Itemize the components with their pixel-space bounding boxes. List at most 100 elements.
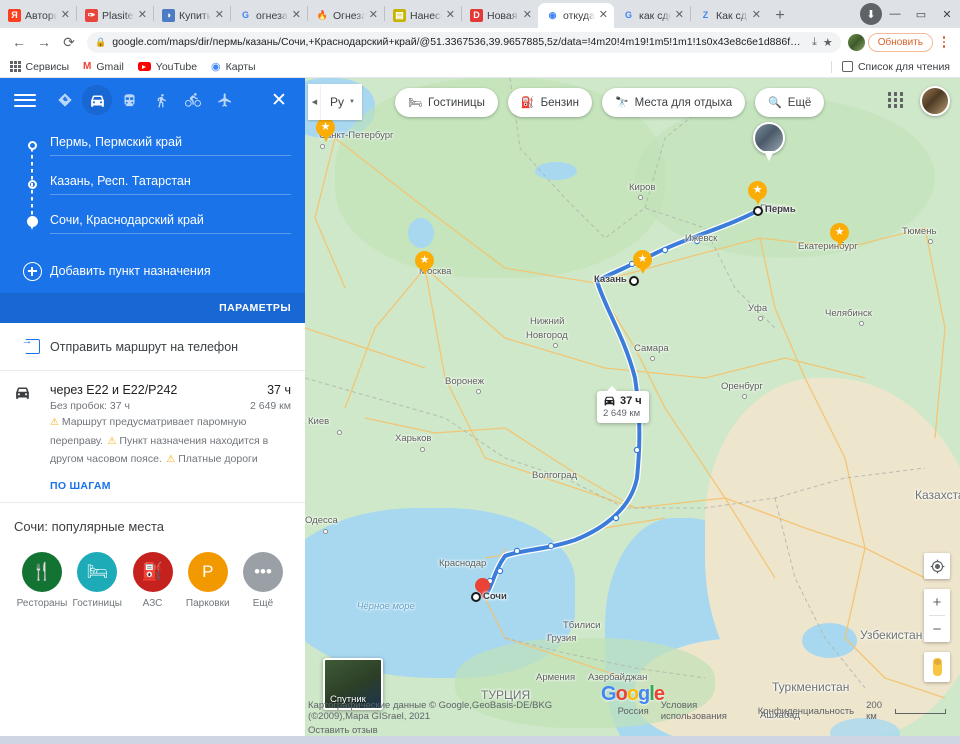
maximize-button[interactable]: ▭: [908, 4, 934, 24]
tab-3[interactable]: ◑ Купить ✕: [154, 3, 230, 28]
waypoint-dot-icon: [14, 180, 50, 189]
tab-9[interactable]: Gкак сде… ✕: [614, 3, 690, 28]
attribution-feedback[interactable]: Оставить отзыв: [308, 725, 378, 736]
bookmarks-bar: Сервисы M Gmail YouTube ◉ Карты Список д…: [0, 56, 960, 78]
reading-list-button[interactable]: Список для чтения: [830, 60, 950, 73]
reload-icon[interactable]: ⟳: [58, 31, 80, 53]
tab-close-icon[interactable]: ✕: [61, 10, 70, 21]
route-endpoint-kazan[interactable]: [629, 276, 639, 286]
forward-icon[interactable]: →: [33, 31, 55, 53]
popular-place-restaurant[interactable]: 🍴 Рестораны: [16, 551, 68, 609]
apps-grid-button[interactable]: [887, 92, 903, 108]
yandex-icon: Я: [8, 9, 21, 22]
travel-mode-transit[interactable]: [114, 85, 144, 115]
tab-close-icon[interactable]: ✕: [215, 10, 224, 21]
close-icon[interactable]: ✕: [267, 89, 291, 112]
photo-pin[interactable]: [753, 122, 785, 162]
travel-mode-best-route[interactable]: [50, 85, 80, 115]
back-icon[interactable]: ←: [8, 31, 30, 53]
map-label: Армения: [536, 672, 576, 683]
waypoint-row-origin[interactable]: Пермь, Пермский край: [14, 126, 291, 165]
send-to-phone-button[interactable]: Отправить маршрут на телефон: [0, 323, 305, 371]
tab-4[interactable]: Gогнеза… ✕: [231, 3, 307, 28]
bookmark-youtube[interactable]: YouTube: [137, 61, 197, 73]
star-pin-spb[interactable]: ★: [316, 118, 335, 143]
address-bar[interactable]: 🔒 google.com/maps/dir/пермь/казань/Сочи,…: [87, 31, 841, 53]
star-pin-perm[interactable]: ★: [748, 181, 767, 206]
tab-label: Новая з…: [487, 9, 519, 22]
bookmark-services[interactable]: Сервисы: [10, 61, 69, 73]
popular-place-gas-station[interactable]: ⛽ АЗС: [127, 551, 179, 609]
tab-close-icon[interactable]: ✕: [752, 10, 761, 21]
destination-input[interactable]: Сочи, Краснодарский край: [50, 213, 291, 234]
travel-mode-walking[interactable]: [146, 85, 176, 115]
tab-6[interactable]: ▤ Нанесе… ✕: [385, 3, 461, 28]
travel-mode-cycling[interactable]: [178, 85, 208, 115]
language-value[interactable]: Ру ▼: [321, 84, 362, 120]
language-selector[interactable]: ◀ Ру ▼: [308, 84, 362, 120]
attribution-privacy[interactable]: Конфиденциальность: [758, 706, 854, 717]
new-tab-button[interactable]: +: [767, 3, 793, 28]
gas-station-icon: ⛽: [520, 97, 535, 109]
street-view-pegman-icon[interactable]: [924, 652, 950, 682]
star-pin-moscow[interactable]: ★: [415, 251, 434, 276]
waypoint-input[interactable]: Казань, Респ. Татарстан: [50, 174, 291, 195]
tabstrip-download-icon[interactable]: ⬇: [860, 3, 882, 25]
tab-2[interactable]: ✑ Plasite 4 ✕: [77, 3, 153, 28]
bookmark-star-icon[interactable]: ★: [823, 36, 833, 49]
zoom-in-button[interactable]: +: [924, 589, 950, 615]
route-duration-badge[interactable]: 37 ч 2 649 км: [597, 386, 649, 423]
bookmark-maps[interactable]: ◉ Карты: [211, 60, 256, 74]
tab-10[interactable]: Z Как сде… ✕: [691, 3, 767, 28]
map-chip-binoculars[interactable]: 🔭 Места для отдыха: [601, 88, 746, 117]
step-by-step-link[interactable]: ПО ШАГАМ: [50, 480, 291, 492]
route-result-card[interactable]: через E22 и E22/P242 37 ч Без пробок: 37…: [0, 371, 305, 503]
profile-avatar[interactable]: [847, 33, 865, 51]
popular-place-parking[interactable]: P Парковки: [182, 551, 234, 609]
travel-mode-driving[interactable]: [82, 85, 112, 115]
tab-close-icon[interactable]: ✕: [369, 10, 378, 21]
tab-8[interactable]: ◉ откуда… ✕: [538, 3, 614, 28]
tab-close-icon[interactable]: ✕: [292, 10, 301, 21]
bookmark-gmail[interactable]: M Gmail: [83, 61, 124, 73]
add-destination-button[interactable]: Добавить пункт назначения: [0, 249, 305, 293]
origin-input[interactable]: Пермь, Пермский край: [50, 135, 291, 156]
attribution-country[interactable]: Россия: [618, 706, 649, 717]
popular-place-hotel[interactable]: 🛏 Гостиницы: [71, 551, 123, 609]
route-endpoint-perm[interactable]: [753, 206, 763, 216]
travel-mode-flights[interactable]: [210, 85, 240, 115]
tab-1[interactable]: Я Авторизация ✕: [0, 3, 76, 28]
minimize-button[interactable]: —: [882, 4, 908, 24]
map-chip-gas-station[interactable]: ⛽ Бензин: [507, 88, 592, 117]
tab-close-icon[interactable]: ✕: [675, 10, 684, 21]
hamburger-icon[interactable]: [14, 93, 36, 107]
star-pin-kazan[interactable]: ★: [633, 250, 652, 275]
popular-place-label: АЗС: [142, 597, 163, 609]
map-chip-search[interactable]: 🔍 Ещё: [755, 88, 825, 117]
waypoint-row-destination[interactable]: Сочи, Краснодарский край: [14, 204, 291, 243]
locate-me-button[interactable]: [924, 553, 950, 579]
attribution-terms[interactable]: Условия использования: [661, 700, 746, 722]
account-avatar[interactable]: [920, 86, 950, 116]
tab-close-icon[interactable]: ✕: [599, 10, 608, 21]
update-button[interactable]: Обновить: [867, 32, 933, 52]
browser-menu-icon[interactable]: [936, 36, 952, 48]
zoom-out-button[interactable]: −: [924, 616, 950, 642]
route-options-bar[interactable]: ПАРАМЕТРЫ: [0, 293, 305, 323]
star-pin-ekaterinburg[interactable]: ★: [830, 223, 849, 248]
tab-close-icon[interactable]: ✕: [446, 10, 455, 21]
tab-close-icon[interactable]: ✕: [138, 10, 147, 21]
popular-place-more[interactable]: ••• Ещё: [237, 551, 289, 609]
tab-7[interactable]: D Новая з… ✕: [462, 3, 538, 28]
map-canvas[interactable]: Санкт-Петербург Киров Ижевск Тюмень Екатерин…: [305, 78, 960, 736]
plus-circle-icon: [14, 261, 50, 281]
tab-5[interactable]: 🔥 Огнеза… ✕: [308, 3, 384, 28]
tab-close-icon[interactable]: ✕: [523, 10, 532, 21]
map-label-perm: Пермь: [765, 204, 796, 215]
close-window-button[interactable]: ✕: [934, 4, 960, 24]
download-icon[interactable]: ⤓: [812, 36, 817, 49]
chevron-left-icon[interactable]: ◀: [308, 84, 321, 120]
map-chip-hotel[interactable]: 🛏 Гостиницы: [395, 88, 498, 117]
bookmark-label: Карты: [225, 60, 256, 73]
waypoint-row-stop[interactable]: Казань, Респ. Татарстан: [14, 165, 291, 204]
